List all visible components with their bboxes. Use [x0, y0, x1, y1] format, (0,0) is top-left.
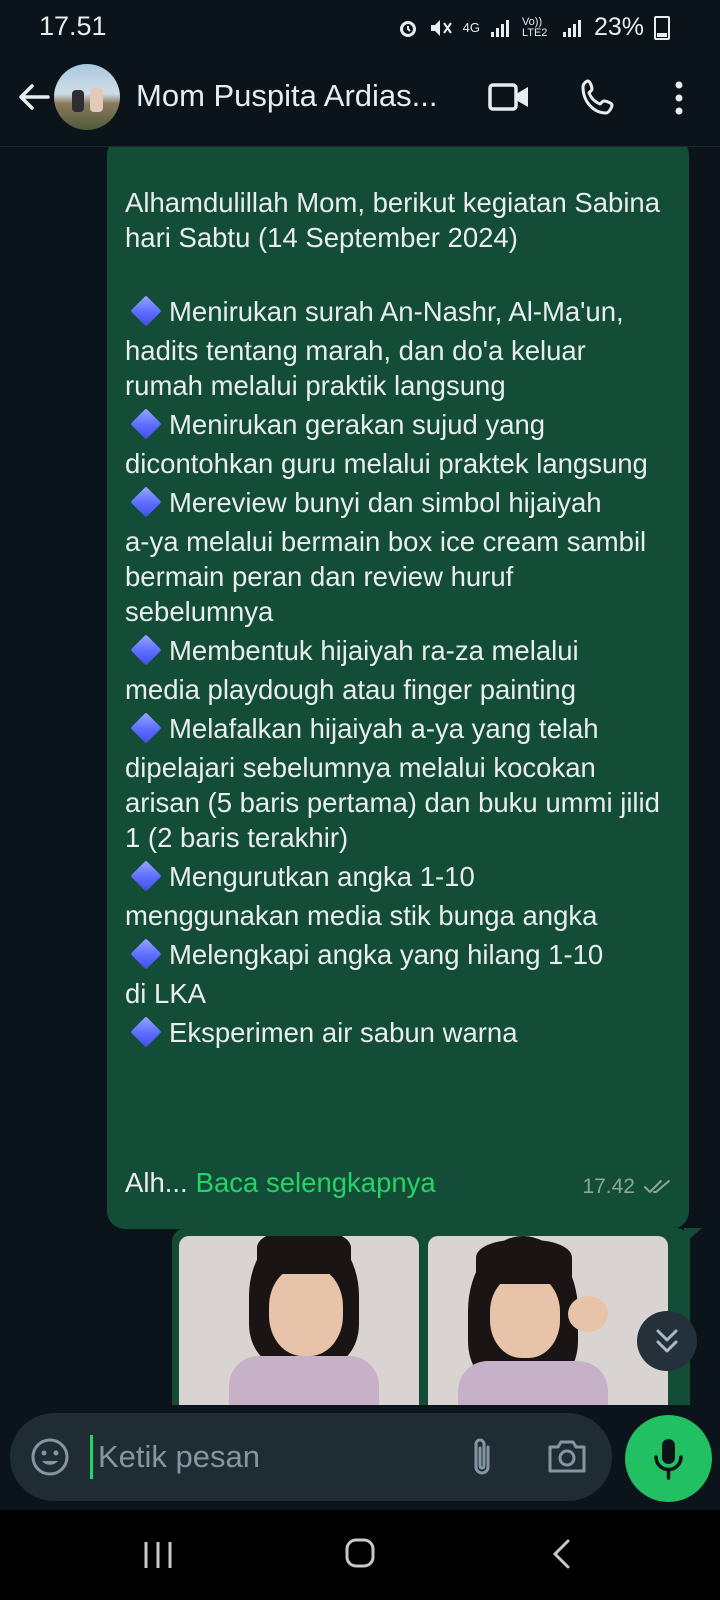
blue-diamond-icon: [130, 712, 162, 744]
activity-item-continuation: dipelajari sebelumnya melalui kocokan ar…: [125, 752, 660, 853]
activity-item: Menirukan gerakan sujud yang dicontohkan …: [125, 403, 665, 481]
phone-icon[interactable]: [580, 78, 618, 116]
system-nav-bar: [0, 1510, 720, 1600]
mic-button[interactable]: [625, 1415, 712, 1502]
network-4g-label: 4G: [462, 20, 480, 35]
battery-percent: 23%: [593, 13, 644, 41]
activity-item: Melafalkan hijaiyah a-ya yang telah dipel…: [125, 707, 665, 855]
read-more-link[interactable]: Baca selengkapnya: [196, 1167, 436, 1198]
blue-diamond-icon: [130, 938, 162, 970]
message-input[interactable]: [98, 1433, 438, 1481]
activity-item-first-line: Mereview bunyi dan simbol hijaiyah: [169, 487, 602, 518]
battery-icon: [654, 15, 670, 40]
double-chevron-down-icon: [656, 1329, 678, 1353]
video-call-icon[interactable]: [488, 80, 530, 114]
mute-icon: [430, 19, 452, 36]
blue-diamond-icon: [130, 634, 162, 666]
signal-icon: [490, 19, 509, 37]
attach-icon[interactable]: [466, 1435, 498, 1479]
message-meta: 17.42: [582, 1175, 673, 1199]
chat-area[interactable]: Alhamdulillah Mom, berikut kegiatan Sabi…: [0, 147, 720, 1405]
activity-item-continuation: hadits tentang marah, dan do'a keluar ru…: [125, 335, 586, 401]
message-time: 17.42: [582, 1175, 635, 1198]
contact-name[interactable]: Mom Puspita Ardias...: [136, 78, 438, 114]
home-icon[interactable]: [344, 1536, 376, 1570]
activity-item: Membentuk hijaiyah ra-za melalui media pl…: [125, 629, 665, 707]
nav-back-icon[interactable]: [550, 1538, 572, 1570]
activity-item-continuation: dicontohkan guru melalui praktek langsun…: [125, 448, 648, 479]
blue-diamond-icon: [130, 1016, 162, 1048]
activity-item-first-line: Menirukan gerakan sujud yang: [169, 409, 546, 440]
activity-item-first-line: Mengurutkan angka 1-10: [169, 861, 475, 892]
activity-item: Menirukan surah An-Nashr, Al-Ma'un, hadit…: [125, 290, 665, 403]
outgoing-media-bubble[interactable]: [172, 1228, 690, 1405]
bubble-tail: [684, 1228, 702, 1244]
read-more-row: Alh... Baca selengkapnya: [125, 1167, 436, 1199]
mic-icon: [654, 1439, 683, 1480]
activity-item-continuation: menggunakan media stik bunga angka: [125, 900, 598, 931]
emoji-icon[interactable]: [30, 1437, 70, 1477]
contact-avatar[interactable]: [54, 64, 120, 130]
activity-item: Mengurutkan angka 1-10 menggunakan media …: [125, 855, 665, 933]
camera-icon[interactable]: [546, 1437, 588, 1477]
activity-item-first-line: Melengkapi angka yang hilang 1-10: [169, 939, 604, 970]
alarm-icon: [399, 20, 416, 37]
activity-item-continuation: a-ya melalui bermain box ice cream sambi…: [125, 526, 647, 627]
message-intro: Alhamdulillah Mom, berikut kegiatan Sabi…: [125, 187, 661, 253]
blue-diamond-icon: [130, 408, 162, 440]
activity-item-first-line: Membentuk hijaiyah ra-za melalui: [169, 635, 579, 666]
activity-item-first-line: Melafalkan hijaiyah a-ya yang telah: [169, 713, 599, 744]
status-bar: 17.51 4G Vo)) LTE2 23%: [0, 0, 720, 52]
signal-2-icon: [562, 19, 581, 37]
activity-item-first-line: Menirukan surah An-Nashr, Al-Ma'un,: [169, 296, 624, 327]
recent-apps-icon[interactable]: [142, 1540, 174, 1570]
activity-item-first-line: Eksperimen air sabun warna: [169, 1017, 518, 1048]
double-check-icon: [644, 1180, 670, 1194]
blue-diamond-icon: [130, 295, 162, 327]
photo-thumbnail[interactable]: [428, 1236, 668, 1405]
activity-item-continuation: di LKA: [125, 978, 207, 1009]
message-body: Alhamdulillah Mom, berikut kegiatan Sabi…: [125, 185, 665, 1054]
more-vert-icon[interactable]: [664, 78, 694, 118]
truncated-text: Alh...: [125, 1167, 188, 1198]
activity-item: Eksperimen air sabun warna: [125, 1011, 665, 1054]
status-time: 17.51: [39, 11, 107, 41]
activity-item-continuation: media playdough atau finger painting: [125, 674, 577, 705]
chat-header: Mom Puspita Ardias...: [0, 52, 720, 147]
blue-diamond-icon: [130, 486, 162, 518]
scroll-to-bottom-button[interactable]: [637, 1311, 697, 1371]
text-cursor: [90, 1435, 93, 1479]
photo-thumbnail[interactable]: [179, 1236, 419, 1405]
volte-label: Vo)) LTE2: [521, 15, 548, 39]
blue-diamond-icon: [130, 860, 162, 892]
activity-item: Mereview bunyi dan simbol hijaiyah a-ya m…: [125, 481, 665, 629]
back-arrow-icon[interactable]: [14, 77, 54, 117]
activity-item: Melengkapi angka yang hilang 1-10 di LKA: [125, 933, 665, 1011]
message-composer: [10, 1413, 612, 1501]
outgoing-message-bubble[interactable]: Alhamdulillah Mom, berikut kegiatan Sabi…: [107, 147, 689, 1229]
status-icons: 4G Vo)) LTE2 23%: [397, 13, 670, 42]
